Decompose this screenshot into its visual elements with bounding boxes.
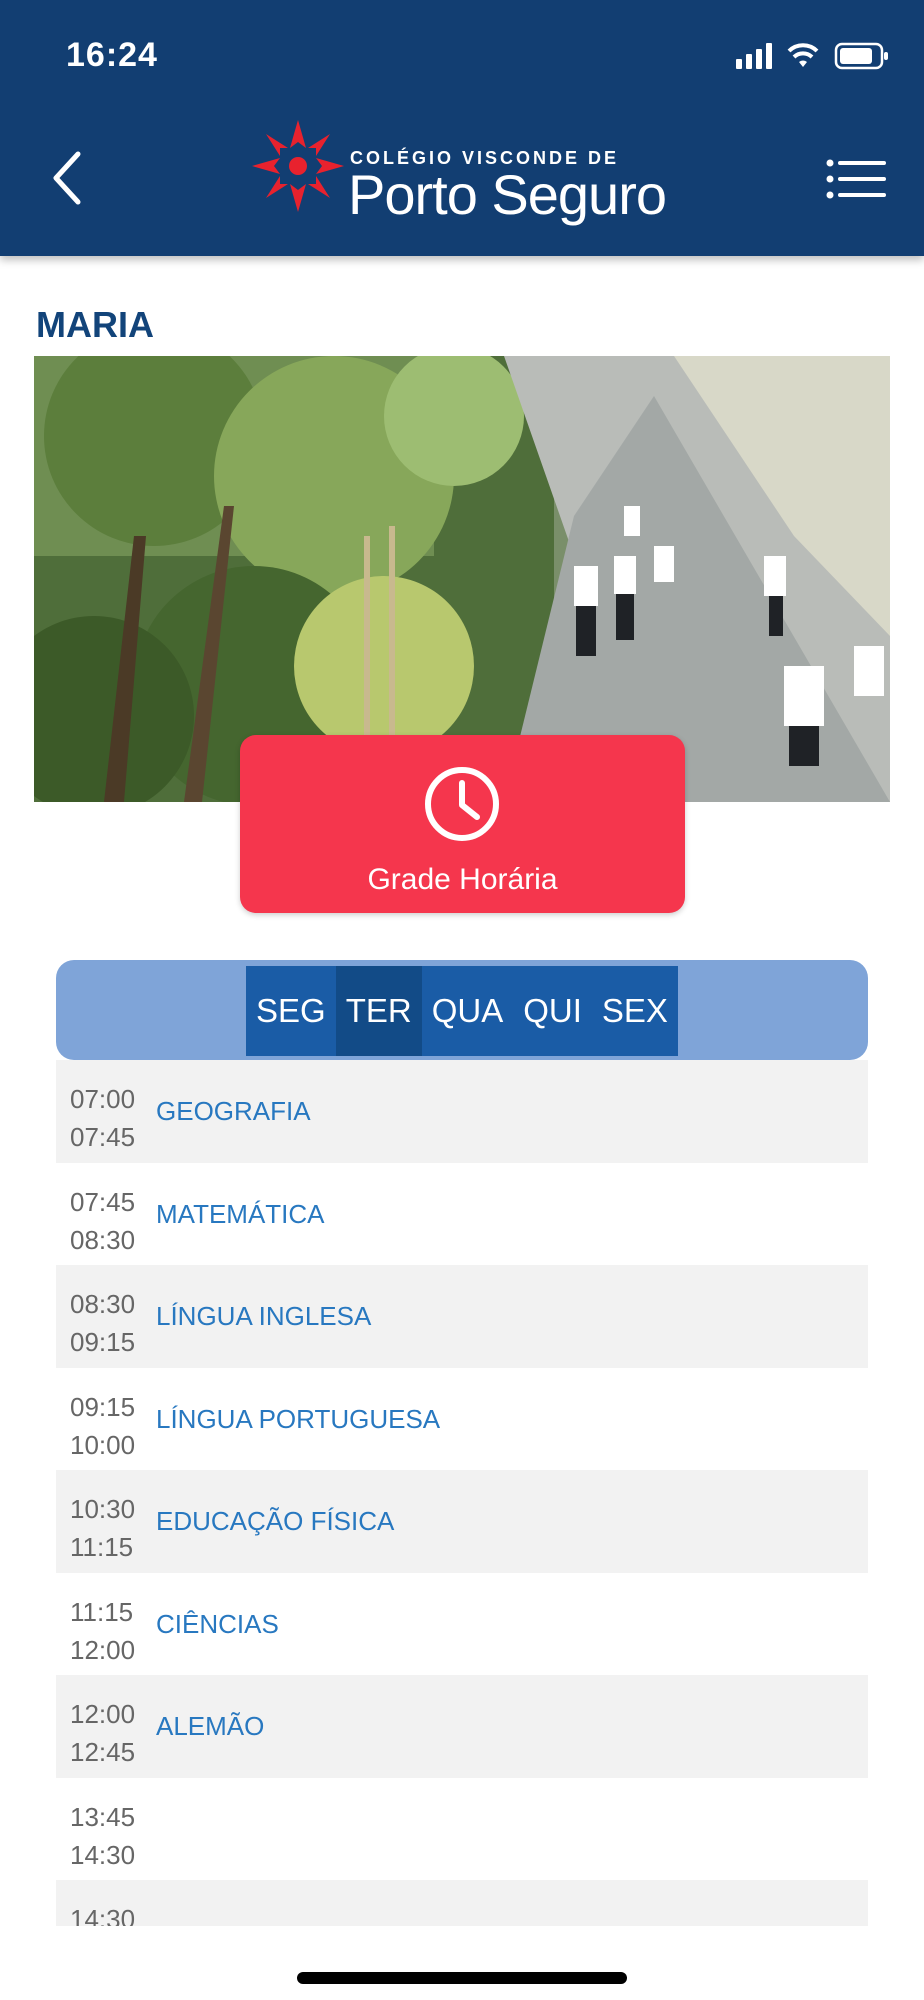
start-time: 11:15 <box>70 1596 134 1627</box>
schedule-card-button[interactable]: Grade Horária <box>240 735 685 913</box>
timetable-list: 07:00 07:45 GEOGRAFIA 07:45 08:30 MATEMÁTI… <box>56 1060 868 1926</box>
end-time: 07:45 <box>70 1122 136 1152</box>
tab-qui[interactable]: QUI <box>513 966 592 1056</box>
status-icons <box>736 42 890 70</box>
end-time: 08:30 <box>70 1224 136 1255</box>
status-time: 16:24 <box>66 36 158 74</box>
tab-sex[interactable]: SEX <box>591 966 678 1056</box>
subject-name: LÍNGUA INGLESA <box>156 1301 372 1331</box>
timetable-row[interactable]: 07:00 07:45 GEOGRAFIA <box>56 1060 868 1163</box>
app-header: 16:24 COLÉGIO VISCONDE DE Porto Seguro <box>0 0 924 256</box>
timetable-row[interactable]: 10:30 11:15 EDUCAÇÃO FÍSICA <box>56 1470 868 1573</box>
start-time: 12:00 <box>70 1699 136 1729</box>
end-time: 12:45 <box>70 1737 136 1767</box>
timetable-row[interactable]: 07:45 08:30 MATEMÁTICA <box>56 1163 868 1266</box>
schedule-card-label: Grade Horária <box>367 863 558 896</box>
start-time: 13:45 <box>70 1801 136 1832</box>
start-time: 08:30 <box>70 1289 136 1319</box>
wifi-icon <box>787 43 819 67</box>
timetable-row[interactable]: 11:15 12:00 CIÊNCIAS <box>56 1573 868 1676</box>
start-time: 09:15 <box>70 1391 136 1422</box>
subject-name: EDUCAÇÃO FÍSICA <box>156 1506 395 1536</box>
start-time: 07:45 <box>70 1186 136 1217</box>
subject-name: ALEMÃO <box>156 1711 265 1741</box>
tab-ter[interactable]: TER <box>335 966 422 1056</box>
subject-name: MATEMÁTICA <box>156 1198 325 1229</box>
timetable-row[interactable]: 08:30 09:15 LÍNGUA INGLESA <box>56 1265 868 1368</box>
clock-icon <box>425 767 499 841</box>
end-time: 09:15 <box>70 1327 136 1357</box>
end-time: 14:30 <box>70 1839 136 1870</box>
day-selector: SEG TER QUA QUI SEX <box>56 960 868 1060</box>
timetable-row[interactable]: 14:30 <box>56 1880 868 1926</box>
start-time: 14:30 <box>70 1904 136 1926</box>
subject-name: LÍNGUA PORTUGUESA <box>156 1403 441 1434</box>
battery-icon <box>834 42 888 70</box>
logo-main-text: Porto Seguro <box>348 163 667 226</box>
end-time: 12:00 <box>70 1634 136 1665</box>
home-indicator[interactable] <box>297 1972 627 1984</box>
end-time: 11:15 <box>70 1532 134 1562</box>
tab-seg[interactable]: SEG <box>246 966 336 1056</box>
timetable-row[interactable]: 09:15 10:00 LÍNGUA PORTUGUESA <box>56 1368 868 1471</box>
student-name: MARIA <box>36 304 154 345</box>
subject-name: GEOGRAFIA <box>156 1096 311 1126</box>
school-logo: COLÉGIO VISCONDE DE Porto Seguro <box>250 118 680 236</box>
back-arrow-icon[interactable] <box>44 148 94 208</box>
tab-qua[interactable]: QUA <box>421 966 514 1056</box>
timetable-row[interactable]: 13:45 14:30 <box>56 1778 868 1881</box>
logo-cross-icon <box>252 120 344 212</box>
end-time: 10:00 <box>70 1429 136 1460</box>
hamburger-menu-icon[interactable] <box>826 158 888 200</box>
start-time: 10:30 <box>70 1494 136 1524</box>
timetable-row[interactable]: 12:00 12:45 ALEMÃO <box>56 1675 868 1778</box>
signal-icon <box>736 43 772 69</box>
subject-name: CIÊNCIAS <box>156 1608 279 1639</box>
start-time: 07:00 <box>70 1084 136 1114</box>
